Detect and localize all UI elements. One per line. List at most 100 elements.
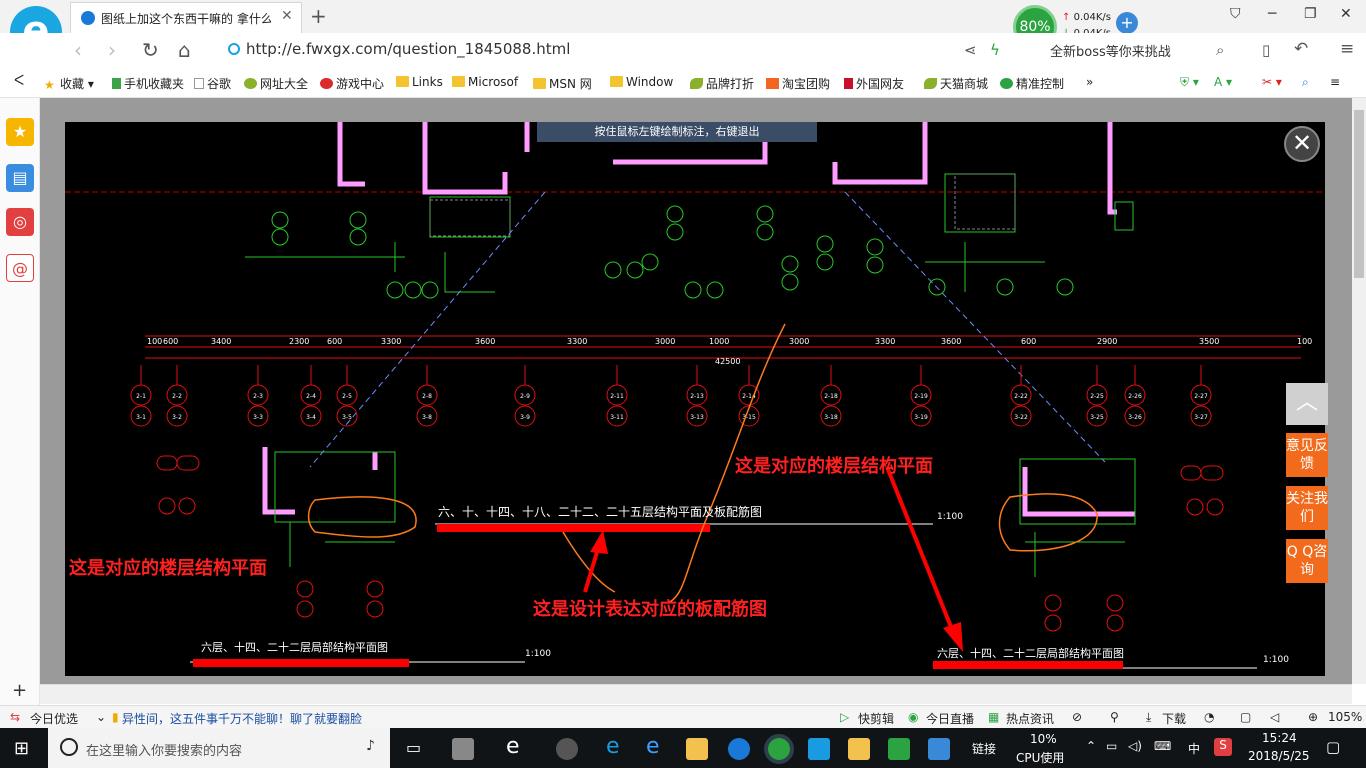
browser-app-icon[interactable]: e: [506, 734, 520, 759]
browser-tab[interactable]: 图纸上加这个东西干嘛的 拿什么 ✕: [70, 2, 302, 33]
mic-icon[interactable]: ♪: [366, 738, 375, 754]
share-icon[interactable]: ⋖: [964, 41, 977, 59]
back-button[interactable]: ‹: [74, 38, 82, 62]
plus-app-icon[interactable]: [808, 738, 830, 760]
history-icon[interactable]: ◔: [1204, 710, 1214, 724]
scrollbar-thumb[interactable]: [1354, 110, 1364, 278]
horizontal-scrollbar[interactable]: [40, 684, 1352, 704]
shield-icon[interactable]: ⛨ ▾: [1180, 75, 1199, 90]
explorer-app-icon[interactable]: [686, 738, 708, 760]
favorites-star-icon[interactable]: ★: [6, 118, 34, 146]
axis-bubble: 2-26: [1124, 384, 1146, 406]
undo-icon[interactable]: ↶: [1294, 39, 1308, 59]
zoom-level[interactable]: 105%: [1328, 710, 1362, 724]
volume-icon[interactable]: ◁: [1270, 710, 1279, 724]
bookmark-item[interactable]: 精准控制: [1000, 75, 1064, 92]
bookmark-item[interactable]: Window: [610, 75, 673, 89]
translate-icon[interactable]: A ▾: [1214, 75, 1232, 89]
window-icon[interactable]: ▢: [1240, 710, 1251, 724]
tray-up-icon[interactable]: ⌃: [1086, 739, 1096, 753]
bookmark-item[interactable]: Links: [396, 75, 443, 89]
ime-indicator[interactable]: 中: [1188, 740, 1200, 757]
task-view-icon[interactable]: ▭: [406, 738, 421, 757]
bookmark-item[interactable]: 游戏中心: [320, 75, 384, 92]
new-tab-button[interactable]: +: [310, 4, 327, 28]
mail-icon[interactable]: @: [6, 254, 34, 282]
scissors-icon[interactable]: ✂ ▾: [1262, 75, 1282, 89]
pinwheel-app-icon[interactable]: [452, 738, 474, 760]
bookmark-item[interactable]: 品牌打折: [690, 75, 754, 92]
bookmark-item[interactable]: 网址大全: [244, 75, 308, 92]
feedback-button[interactable]: 意见反馈: [1286, 433, 1328, 477]
download-icon[interactable]: ⤓: [1146, 710, 1151, 725]
more-bookmarks-icon[interactable]: »: [1086, 75, 1093, 89]
dimension-label: 2900: [1097, 337, 1117, 346]
status-item-download[interactable]: 下载: [1162, 710, 1186, 727]
home-button[interactable]: ⌂: [178, 38, 191, 62]
sidebar-toggle-icon[interactable]: ᐸ: [14, 73, 24, 89]
tab-close-icon[interactable]: ✕: [281, 8, 293, 24]
weibo-icon[interactable]: ◎: [6, 208, 34, 236]
network-app-icon[interactable]: [928, 738, 950, 760]
keyboard-icon[interactable]: ⌨: [1154, 739, 1171, 753]
minimize-button[interactable]: ─: [1268, 6, 1276, 22]
pin-icon[interactable]: ⚲: [1110, 710, 1119, 724]
notification-icon[interactable]: ▢: [1326, 738, 1340, 756]
chrome-app-icon[interactable]: [556, 738, 578, 760]
close-viewer-button[interactable]: ✕: [1284, 126, 1320, 162]
news-headline[interactable]: 异性间，这五件事千万不能聊！聊了就要翻脸: [122, 710, 362, 727]
add-sidebar-button[interactable]: +: [12, 680, 27, 701]
chevron-down-icon[interactable]: ⌄: [96, 710, 106, 724]
flag-app-icon[interactable]: [888, 738, 910, 760]
sogou-icon[interactable]: S: [1214, 738, 1232, 756]
follow-us-button[interactable]: 关注我们: [1286, 486, 1328, 530]
more-tools-icon[interactable]: ≡: [1330, 75, 1340, 89]
search-tool-icon[interactable]: ⌕: [1302, 75, 1309, 90]
network-icon[interactable]: ▭: [1106, 739, 1117, 753]
refresh-button[interactable]: ↻: [142, 38, 159, 62]
ie-app-icon[interactable]: e: [646, 734, 660, 759]
maximize-button[interactable]: ❐: [1304, 6, 1317, 22]
mobile-icon[interactable]: ▯: [1262, 41, 1270, 59]
clock-time[interactable]: 15:24: [1262, 731, 1297, 745]
promo-text[interactable]: 全新boss等你来挑战: [1050, 41, 1171, 60]
bookmark-item[interactable]: 天猫商城: [924, 75, 988, 92]
clock-date[interactable]: 2018/5/25: [1248, 749, 1310, 763]
bookmark-item[interactable]: 手机收藏夹: [112, 75, 184, 92]
speed-up-icon[interactable]: ⊘: [1072, 710, 1082, 724]
windows-start-icon[interactable]: ⊞: [14, 738, 29, 759]
url-input[interactable]: http://e.fwxgx.com/question_1845088.html: [246, 40, 570, 58]
active-browser-app-icon[interactable]: [768, 738, 790, 760]
taskbar-search[interactable]: 在这里输入你要搜索的内容 ♪: [48, 728, 390, 768]
link-label[interactable]: 链接: [972, 740, 996, 757]
bookmark-item[interactable]: 外国网友: [844, 75, 904, 92]
forward-button[interactable]: ›: [108, 38, 116, 62]
status-item-live[interactable]: 今日直播: [926, 710, 974, 727]
back-to-top-button[interactable]: ︿: [1286, 383, 1328, 425]
cad-drawing-viewer[interactable]: 100 600 3400 2300 600 3300 3600 3300 3000 1000 300…: [65, 122, 1325, 676]
search-icon[interactable]: ⌕: [1216, 41, 1224, 59]
bookmark-item[interactable]: 淘宝团购: [766, 75, 830, 92]
today-picks-label[interactable]: 今日优选: [30, 710, 78, 727]
menu-icon[interactable]: ≡: [1340, 39, 1354, 59]
svg-text:3-26: 3-26: [1128, 414, 1142, 421]
bookmark-item[interactable]: MSN 网: [533, 75, 592, 92]
status-item-clip[interactable]: 快剪辑: [858, 710, 894, 727]
axis-bubble: 2-9: [514, 384, 536, 406]
axis-bubble: 3-9: [514, 405, 536, 427]
zoom-icon[interactable]: ⊕: [1308, 710, 1318, 724]
status-item-news[interactable]: 热点资讯: [1006, 710, 1054, 727]
notes-app-icon[interactable]: [848, 738, 870, 760]
volume-icon[interactable]: ◁): [1128, 739, 1142, 753]
qq-consult-button[interactable]: Q Q咨询: [1286, 539, 1328, 583]
g-app-icon[interactable]: [728, 738, 750, 760]
edge-app-icon[interactable]: e: [606, 734, 620, 759]
news-icon[interactable]: ▤: [6, 164, 34, 192]
bookmark-item[interactable]: Microsof: [452, 75, 518, 89]
close-window-button[interactable]: ✕: [1340, 6, 1352, 22]
lightning-icon[interactable]: ϟ: [990, 41, 1000, 59]
shirt-icon[interactable]: ⛉: [1230, 6, 1241, 22]
bookmark-item[interactable]: ★ 收藏 ▾: [44, 75, 94, 92]
plus-icon[interactable]: +: [1116, 12, 1138, 34]
bookmark-item[interactable]: 谷歌: [194, 75, 231, 92]
